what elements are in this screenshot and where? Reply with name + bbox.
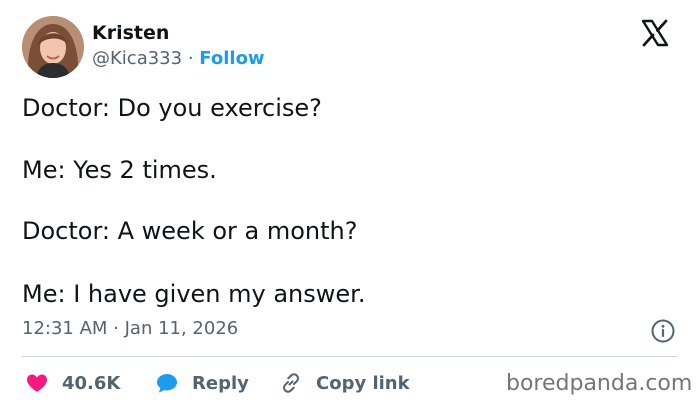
reply-bubble-icon: [154, 370, 180, 396]
like-count: 40.6K: [62, 372, 121, 394]
handle-separator: ·: [187, 48, 194, 69]
tweet-timestamp[interactable]: 12:31 AM · Jan 11, 2026: [22, 318, 238, 339]
author-handle-line: @Kica333 · Follow: [92, 48, 265, 69]
copy-link-button[interactable]: Copy link: [278, 366, 410, 400]
author-name[interactable]: Kristen: [92, 22, 169, 44]
copy-link-label: Copy link: [316, 372, 410, 394]
divider: [22, 356, 678, 357]
follow-button[interactable]: Follow: [199, 48, 264, 69]
x-logo-icon[interactable]: [640, 18, 670, 48]
reply-button[interactable]: Reply: [154, 366, 249, 400]
heart-icon: [24, 370, 50, 396]
link-icon: [278, 370, 304, 396]
info-icon[interactable]: [650, 318, 676, 344]
like-button[interactable]: 40.6K: [24, 366, 120, 400]
tweet-text-line: Me: I have given my answer.: [22, 280, 366, 308]
tweet-text-line: Doctor: Do you exercise?: [22, 94, 322, 122]
reply-label: Reply: [192, 372, 249, 394]
watermark: boredpanda.com: [506, 371, 693, 396]
tweet-text-line: Doctor: A week or a month?: [22, 217, 358, 245]
author-handle[interactable]: @Kica333: [92, 48, 182, 69]
tweet-text-line: Me: Yes 2 times.: [22, 156, 217, 184]
avatar-image: [22, 16, 84, 78]
avatar[interactable]: [22, 16, 84, 78]
